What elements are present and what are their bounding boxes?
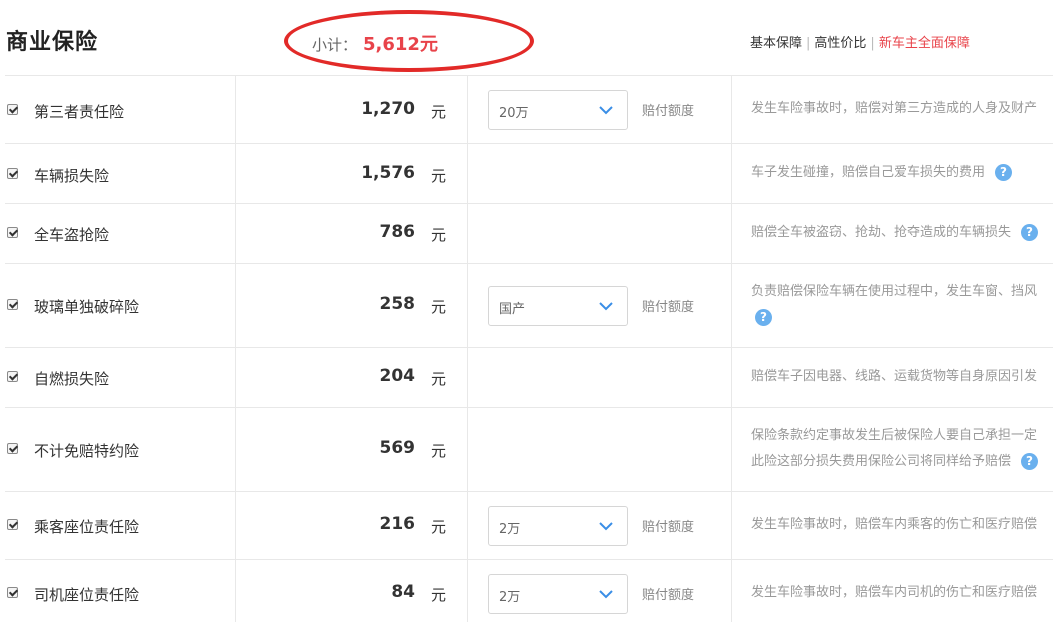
row-checkbox[interactable] [7,104,18,115]
description-line: 此险这部分损失费用保险公司将同样给予赔偿 [751,454,1012,469]
filter-basic[interactable]: 基本保障 [750,36,802,51]
coverage-select-value: 国产 [499,302,526,317]
row-checkbox[interactable] [7,519,18,530]
coverage-select[interactable]: 国产 [488,286,628,326]
insurance-name: 第三者责任险 [34,103,125,121]
row-checkbox[interactable] [7,371,18,382]
price-unit: 元 [431,442,447,460]
insurance-price: 84 [391,582,415,602]
price-unit: 元 [431,518,447,536]
insurance-name: 自燃损失险 [34,370,110,388]
subtotal-amount: 5,612元 [363,34,438,55]
insurance-price: 258 [379,294,416,314]
insurance-row: 车辆损失险 1,576 元 车子发生碰撞，赔偿自己爱车损失的费用? [5,143,1053,203]
insurance-description: 发生车险事故时，赔偿对第三方造成的人身及财产 [751,96,1053,122]
price-unit: 元 [431,370,447,388]
plan-filters: 基本保障 | 高性价比 | 新车主全面保障 [750,32,970,51]
description-line: 赔偿全车被盗窃、抢劫、抢夺造成的车辆损失 [751,225,1012,240]
section-title: 商业保险 [6,30,99,55]
subtotal-label: 小计： [312,36,358,54]
filter-new-owner[interactable]: 新车主全面保障 [879,36,970,51]
section-header: 商业保险 小计： 5,612元 基本保障 | 高性价比 | 新车主全面保障 [0,0,1053,75]
chevron-down-icon [599,106,613,115]
coverage-select-value: 20万 [499,106,529,121]
pay-limit-label: 赔付额度 [642,520,695,535]
insurance-name: 玻璃单独破碎险 [34,298,140,316]
insurance-price: 1,576 [361,163,415,183]
insurance-description: 赔偿车子因电器、线路、运载货物等自身原因引发 [751,364,1053,390]
insurance-description: 发生车险事故时，赔偿车内司机的伤亡和医疗赔偿 [751,580,1053,606]
pay-limit-label: 赔付额度 [642,588,695,603]
insurance-name: 乘客座位责任险 [34,518,140,536]
insurance-description: 车子发生碰撞，赔偿自己爱车损失的费用? [751,160,1053,186]
description-line: 发生车险事故时，赔偿车内司机的伤亡和医疗赔偿 [751,585,1038,600]
row-checkbox[interactable] [7,299,18,310]
coverage-select-value: 2万 [499,522,521,537]
help-icon[interactable]: ? [755,309,772,326]
description-line: 负责赔偿保险车辆在使用过程中，发生车窗、挡风 [751,284,1038,299]
insurance-price: 216 [379,514,416,534]
insurance-row: 自燃损失险 204 元 赔偿车子因电器、线路、运载货物等自身原因引发 [5,347,1053,407]
row-checkbox[interactable] [7,587,18,598]
filter-divider: | [806,36,811,51]
coverage-select[interactable]: 20万 [488,90,628,130]
price-unit: 元 [431,167,447,185]
help-icon[interactable]: ? [995,164,1013,181]
insurance-price: 569 [379,438,416,458]
coverage-select[interactable]: 2万 [488,506,628,546]
subtotal: 小计： 5,612元 [312,30,438,56]
filter-divider: | [870,36,875,51]
price-unit: 元 [431,586,447,604]
insurance-price: 204 [379,366,416,386]
description-line: 赔偿车子因电器、线路、运载货物等自身原因引发 [751,369,1038,384]
insurance-description: 发生车险事故时，赔偿车内乘客的伤亡和医疗赔偿 [751,512,1053,538]
row-checkbox[interactable] [7,443,18,454]
price-unit: 元 [431,103,447,121]
insurance-name: 全车盗抢险 [34,226,110,244]
insurance-row: 第三者责任险 1,270 元 20万 赔付额度 发生车险事故时，赔偿对第三方造成… [5,75,1053,143]
insurance-description: 负责赔偿保险车辆在使用过程中，发生车窗、挡风 ? [751,279,1053,331]
description-line: 发生车险事故时，赔偿对第三方造成的人身及财产 [751,101,1038,116]
help-icon[interactable]: ? [1021,453,1039,470]
price-unit: 元 [431,226,447,244]
filter-value[interactable]: 高性价比 [814,36,866,51]
row-checkbox[interactable] [7,168,18,179]
insurance-price: 786 [379,222,416,242]
coverage-select-value: 2万 [499,590,521,605]
insurance-price: 1,270 [361,99,415,119]
chevron-down-icon [599,522,613,531]
description-line: 发生车险事故时，赔偿车内乘客的伤亡和医疗赔偿 [751,517,1038,532]
insurance-description: 保险条款约定事故发生后被保险人要自己承担一定 此险这部分损失费用保险公司将同样给… [751,423,1053,475]
insurance-description: 赔偿全车被盗窃、抢劫、抢夺造成的车辆损失? [751,220,1053,246]
insurance-name: 车辆损失险 [34,167,110,185]
insurance-row: 全车盗抢险 786 元 赔偿全车被盗窃、抢劫、抢夺造成的车辆损失? [5,203,1053,263]
pay-limit-label: 赔付额度 [642,104,695,119]
description-line: 车子发生碰撞，赔偿自己爱车损失的费用 [751,165,986,180]
help-icon[interactable]: ? [1021,224,1039,241]
insurance-name: 司机座位责任险 [34,586,140,604]
insurance-row: 乘客座位责任险 216 元 2万 赔付额度 发生车险事故时，赔偿车内乘客的伤亡和… [5,491,1053,559]
description-line: 保险条款约定事故发生后被保险人要自己承担一定 [751,428,1038,443]
commercial-insurance-panel: 商业保险 小计： 5,612元 基本保障 | 高性价比 | 新车主全面保障 第三者责任险 … [0,0,1053,622]
chevron-down-icon [599,590,613,599]
pay-limit-label: 赔付额度 [642,300,695,315]
coverage-select[interactable]: 2万 [488,574,628,614]
chevron-down-icon [599,302,613,311]
price-unit: 元 [431,298,447,316]
insurance-row: 司机座位责任险 84 元 2万 赔付额度 发生车险事故时，赔偿车内司机的伤亡和医… [5,559,1053,622]
row-checkbox[interactable] [7,227,18,238]
insurance-row: 不计免赔特约险 569 元 保险条款约定事故发生后被保险人要自己承担一定 此险这… [5,407,1053,491]
insurance-name: 不计免赔特约险 [34,442,140,460]
insurance-row: 玻璃单独破碎险 258 元 国产 赔付额度 负责赔偿保险车辆在使用过程中，发生车… [5,263,1053,347]
